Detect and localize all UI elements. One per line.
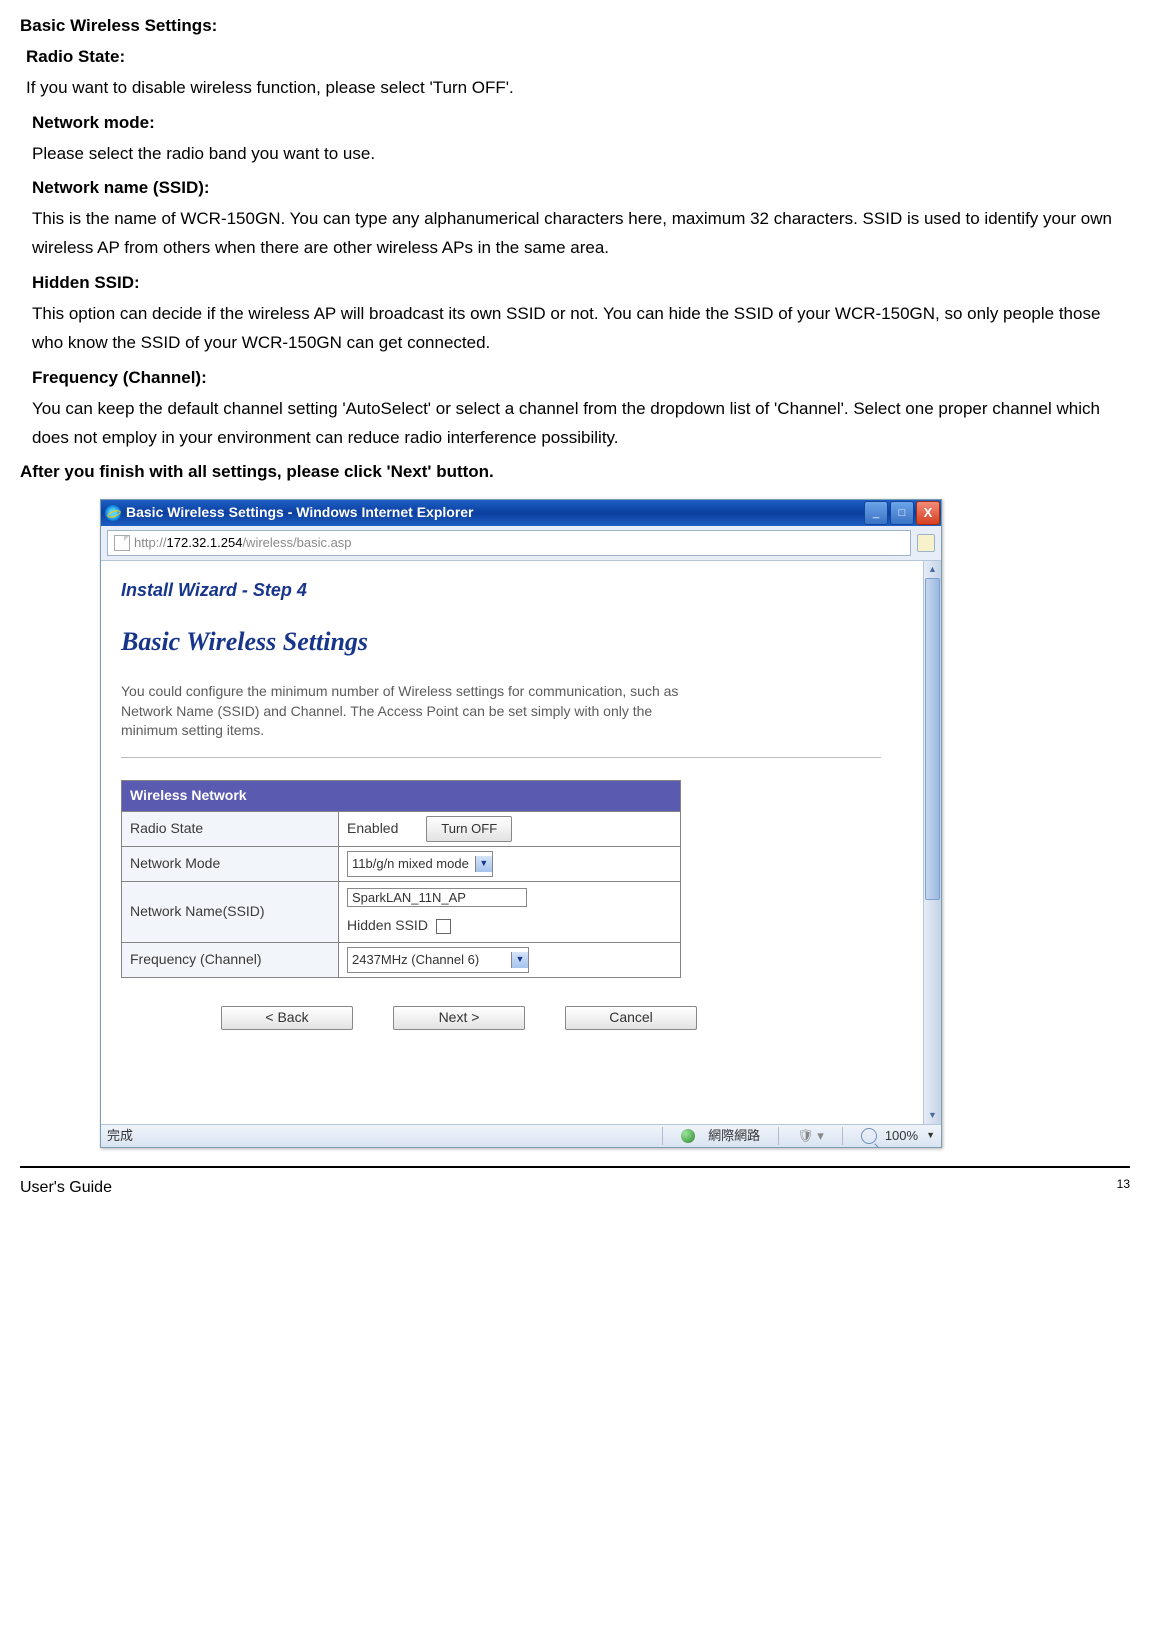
scroll-down-icon[interactable]: ▼ bbox=[925, 1107, 940, 1124]
row-radio-state: Radio State Enabled Turn OFF bbox=[122, 811, 681, 846]
settings-table: Wireless Network Radio State Enabled Tur… bbox=[121, 780, 681, 978]
radio-state-value: Enabled bbox=[347, 820, 398, 836]
chevron-down-icon: ▼ bbox=[511, 952, 528, 968]
label-network-mode: Network Mode bbox=[122, 846, 339, 881]
status-zone: 網際網路 bbox=[708, 1125, 760, 1147]
scroll-up-icon[interactable]: ▲ bbox=[925, 561, 940, 578]
heading-radio-state: Radio State: bbox=[26, 43, 1130, 72]
text-frequency: You can keep the default channel setting… bbox=[32, 395, 1130, 453]
url-host: 172.32.1.254 bbox=[167, 532, 243, 554]
window-title: Basic Wireless Settings - Windows Intern… bbox=[126, 501, 863, 525]
wizard-step: Install Wizard - Step 4 bbox=[121, 575, 903, 606]
section-header: Wireless Network bbox=[122, 781, 681, 812]
ie-window: Basic Wireless Settings - Windows Intern… bbox=[100, 499, 942, 1147]
wizard-buttons: < Back Next > Cancel bbox=[221, 1006, 903, 1030]
text-radio-state: If you want to disable wireless function… bbox=[26, 74, 1130, 103]
footer-guide: User's Guide bbox=[20, 1174, 112, 1201]
cell-radio-state: Enabled Turn OFF bbox=[339, 811, 681, 846]
page-number: 13 bbox=[1117, 1174, 1130, 1201]
label-radio-state: Radio State bbox=[122, 811, 339, 846]
page-content: Install Wizard - Step 4 Basic Wireless S… bbox=[101, 561, 923, 1123]
scroll-thumb[interactable] bbox=[925, 578, 940, 900]
chevron-down-icon[interactable]: ▼ bbox=[926, 1128, 935, 1143]
page-footer: User's Guide 13 bbox=[20, 1166, 1130, 1201]
chevron-down-icon: ▼ bbox=[475, 856, 492, 872]
row-frequency: Frequency (Channel) 2437MHz (Channel 6) … bbox=[122, 942, 681, 977]
turn-off-button[interactable]: Turn OFF bbox=[426, 816, 512, 842]
label-frequency: Frequency (Channel) bbox=[122, 942, 339, 977]
titlebar[interactable]: Basic Wireless Settings - Windows Intern… bbox=[101, 500, 941, 526]
heading-frequency: Frequency (Channel): bbox=[32, 364, 1130, 393]
status-bar: 完成 網際網路 🛡 ▾ 100% ▼ bbox=[101, 1124, 941, 1147]
frequency-select[interactable]: 2437MHz (Channel 6) ▼ bbox=[347, 947, 529, 973]
ie-icon bbox=[105, 505, 121, 521]
heading-ssid: Network name (SSID): bbox=[32, 174, 1130, 203]
network-mode-value: 11b/g/n mixed mode bbox=[352, 853, 469, 875]
zoom-icon[interactable] bbox=[861, 1128, 877, 1144]
cancel-button[interactable]: Cancel bbox=[565, 1006, 697, 1030]
hidden-ssid-row: Hidden SSID bbox=[347, 914, 672, 938]
label-ssid: Network Name(SSID) bbox=[122, 882, 339, 943]
scrollbar[interactable]: ▲ ▼ bbox=[923, 561, 941, 1123]
wizard-title: Basic Wireless Settings bbox=[121, 620, 903, 664]
row-ssid: Network Name(SSID) Hidden SSID bbox=[122, 882, 681, 943]
minimize-button[interactable]: _ bbox=[864, 501, 888, 525]
status-done: 完成 bbox=[107, 1125, 133, 1147]
text-network-mode: Please select the radio band you want to… bbox=[32, 140, 1130, 169]
zoom-level[interactable]: 100% bbox=[885, 1125, 918, 1147]
separator bbox=[842, 1127, 843, 1145]
frequency-value: 2437MHz (Channel 6) bbox=[352, 949, 505, 971]
address-bar: http://172.32.1.254/wireless/basic.asp bbox=[101, 526, 941, 561]
divider bbox=[121, 757, 881, 758]
url-path: /wireless/basic.asp bbox=[242, 532, 351, 554]
network-mode-select[interactable]: 11b/g/n mixed mode ▼ bbox=[347, 851, 493, 877]
scroll-track[interactable] bbox=[924, 578, 941, 1106]
page-icon bbox=[114, 535, 130, 551]
row-network-mode: Network Mode 11b/g/n mixed mode ▼ bbox=[122, 846, 681, 881]
hidden-ssid-checkbox[interactable] bbox=[436, 919, 451, 934]
separator bbox=[662, 1127, 663, 1145]
cell-frequency: 2437MHz (Channel 6) ▼ bbox=[339, 942, 681, 977]
heading-basic: Basic Wireless Settings: bbox=[20, 12, 1130, 41]
back-button[interactable]: < Back bbox=[221, 1006, 353, 1030]
status-right: 網際網路 🛡 ▾ 100% ▼ bbox=[652, 1125, 935, 1147]
content-area: Install Wizard - Step 4 Basic Wireless S… bbox=[101, 561, 941, 1123]
cell-network-mode: 11b/g/n mixed mode ▼ bbox=[339, 846, 681, 881]
hidden-ssid-label: Hidden SSID bbox=[347, 917, 428, 933]
cell-ssid: Hidden SSID bbox=[339, 882, 681, 943]
heading-hidden-ssid: Hidden SSID: bbox=[32, 269, 1130, 298]
url-prefix: http:// bbox=[134, 532, 167, 554]
heading-network-mode: Network mode: bbox=[32, 109, 1130, 138]
ssid-input[interactable] bbox=[347, 888, 527, 907]
text-hidden-ssid: This option can decide if the wireless A… bbox=[32, 300, 1130, 358]
window-controls: _ □ X bbox=[863, 500, 941, 526]
wizard-description: You could configure the minimum number o… bbox=[121, 682, 711, 741]
url-input[interactable]: http://172.32.1.254/wireless/basic.asp bbox=[107, 530, 911, 556]
after-settings-text: After you finish with all settings, plea… bbox=[20, 458, 1130, 487]
protected-mode-icon[interactable]: 🛡 ▾ bbox=[797, 1125, 824, 1147]
maximize-button[interactable]: □ bbox=[890, 501, 914, 525]
globe-icon bbox=[681, 1129, 695, 1143]
compat-icon[interactable] bbox=[917, 534, 935, 552]
separator bbox=[778, 1127, 779, 1145]
close-button[interactable]: X bbox=[916, 501, 940, 525]
document-body: Basic Wireless Settings: Radio State: If… bbox=[20, 12, 1130, 487]
next-button[interactable]: Next > bbox=[393, 1006, 525, 1030]
text-ssid: This is the name of WCR-150GN. You can t… bbox=[32, 205, 1130, 263]
